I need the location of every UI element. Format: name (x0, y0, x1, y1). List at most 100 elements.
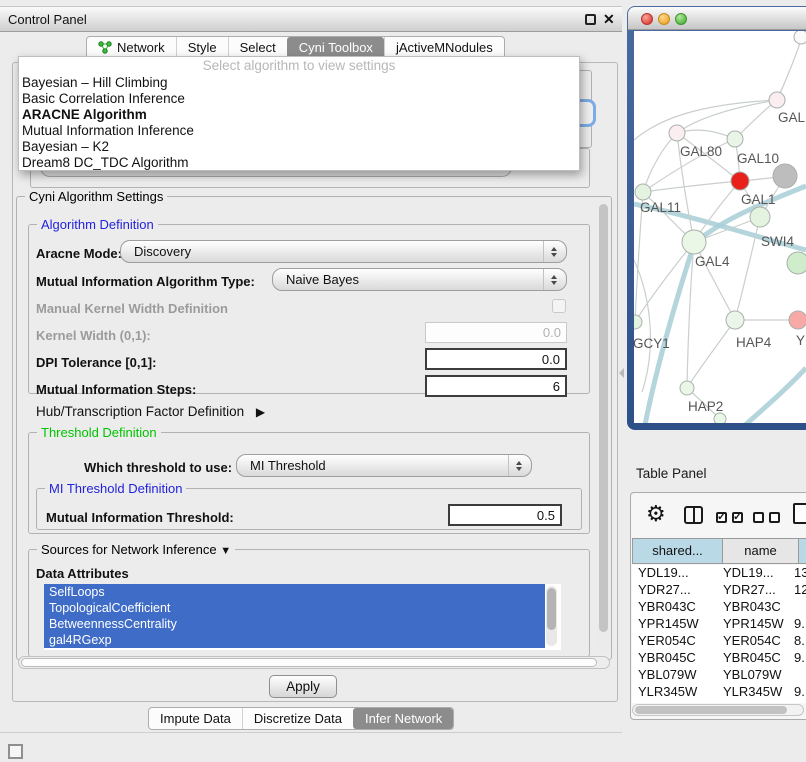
list-item[interactable]: SelfLoops (44, 584, 545, 600)
network-node[interactable] (669, 125, 685, 141)
cell: YDR27... (638, 582, 691, 597)
table-row[interactable]: YER054CYER054C8. (632, 633, 806, 650)
table-row[interactable]: YPR145WYPR145W9. (632, 616, 806, 633)
manual-kernel-width-checkbox[interactable] (552, 299, 566, 313)
close-icon[interactable]: ✕ (603, 11, 615, 28)
which-threshold-value: MI Threshold (250, 458, 326, 473)
sources-title[interactable]: Sources for Network Inference ▼ (37, 542, 235, 557)
network-graph: GAL GAL80 GAL10 GAL1 GAL11 SWI4 GAL4 GCY… (634, 31, 806, 423)
sources-title-label: Sources for Network Inference (41, 542, 217, 557)
network-node[interactable] (794, 31, 806, 44)
cell: 9 (794, 701, 801, 703)
network-node-selected[interactable] (731, 172, 749, 190)
tab-style[interactable]: Style (176, 37, 228, 58)
column-header-partial[interactable] (799, 538, 806, 564)
table-row[interactable]: YDR27...YDR27...12 (632, 582, 806, 599)
mi-algorithm-type-value: Naive Bayes (286, 272, 359, 287)
table-row[interactable]: YIL052CYIL052C9 (632, 701, 806, 703)
dropdown-item-selected[interactable]: ARACNE Algorithm (19, 107, 579, 123)
list-item[interactable]: gal4RGexp (44, 632, 545, 648)
table-horizontal-scrollbar[interactable] (632, 704, 804, 716)
float-icon[interactable] (585, 14, 596, 25)
settings-horizontal-scrollbar-thumb[interactable] (21, 658, 597, 667)
table-row[interactable]: YDL19...YDL19...13 (632, 565, 806, 582)
splitter-collapse-handle[interactable] (619, 368, 624, 378)
minimize-traffic-light-icon[interactable] (658, 13, 670, 25)
tab-select[interactable]: Select (228, 37, 287, 58)
tab-infer-network-label: Infer Network (365, 711, 442, 726)
network-window-titlebar[interactable] (628, 7, 806, 30)
mi-algorithm-type-combobox[interactable]: Naive Bayes (272, 268, 567, 291)
mi-threshold-field[interactable] (448, 504, 562, 526)
mi-steps-field[interactable] (425, 375, 567, 397)
attributes-scrollbar[interactable] (546, 586, 557, 646)
network-node[interactable] (773, 164, 797, 188)
network-canvas[interactable]: GAL GAL80 GAL10 GAL1 GAL11 SWI4 GAL4 GCY… (634, 31, 806, 423)
network-node[interactable] (634, 315, 642, 329)
tab-infer-network[interactable]: Infer Network (353, 708, 453, 729)
column-header-name[interactable]: name (723, 538, 799, 564)
table-rows: YDL19...YDL19...13 YDR27...YDR27...12 YB… (632, 565, 806, 703)
table-row[interactable]: YBL079WYBL079W (632, 667, 806, 684)
network-node[interactable] (727, 131, 743, 147)
network-node[interactable] (769, 92, 785, 108)
dropdown-item[interactable]: Basic Correlation Inference (19, 91, 579, 107)
split-columns-icon[interactable] (684, 506, 703, 524)
network-node[interactable] (680, 381, 694, 395)
table-row[interactable]: YLR345WYLR345W9. (632, 684, 806, 701)
dpi-tolerance-field[interactable] (425, 348, 567, 370)
list-item[interactable]: TopologicalCoefficient (44, 600, 545, 616)
network-node[interactable] (789, 311, 806, 329)
zoom-traffic-light-icon[interactable] (675, 13, 687, 25)
column-header-shared-name[interactable]: shared... (632, 538, 723, 564)
cell: YER054C (723, 633, 781, 648)
dropdown-item[interactable]: Dream8 DC_TDC Algorithm (19, 155, 579, 171)
settings-vertical-scrollbar-thumb[interactable] (599, 204, 608, 632)
table-horizontal-scrollbar-thumb[interactable] (635, 706, 787, 714)
network-node[interactable] (714, 413, 726, 423)
tab-jactivemnodules-label: jActiveMNodules (396, 40, 493, 55)
network-edge (644, 244, 694, 423)
attributes-scrollbar-thumb[interactable] (547, 588, 556, 630)
cell: YBR043C (638, 599, 696, 614)
network-node[interactable] (750, 207, 770, 227)
tab-cyni-toolbox[interactable]: Cyni Toolbox (287, 37, 384, 58)
table-row[interactable]: YBR043CYBR043C (632, 599, 806, 616)
table-row[interactable]: YBR045CYBR045C9. (632, 650, 806, 667)
network-node[interactable] (726, 311, 744, 329)
network-node[interactable] (787, 252, 806, 274)
stepper-icon (543, 241, 566, 262)
tab-jactivemnodules[interactable]: jActiveMNodules (384, 37, 504, 58)
dropdown-item[interactable]: Mutual Information Inference (19, 123, 579, 139)
cell: YDL19... (638, 565, 689, 580)
dropdown-item[interactable]: Bayesian – Hill Climbing (19, 75, 579, 91)
aracne-mode-label: Aracne Mode: (36, 246, 122, 261)
cell: YIL052C (723, 701, 774, 703)
which-threshold-combobox[interactable]: MI Threshold (236, 454, 532, 477)
dock-mini-icon[interactable] (8, 744, 23, 759)
checked-checkbox-icon[interactable] (732, 512, 743, 523)
dropdown-item[interactable]: Bayesian – K2 (19, 139, 579, 155)
unchecked-checkbox-icon[interactable] (753, 512, 764, 523)
apply-button[interactable]: Apply (269, 675, 337, 698)
close-traffic-light-icon[interactable] (641, 13, 653, 25)
settings-vertical-scrollbar[interactable] (598, 200, 609, 652)
gear-icon[interactable]: ⚙ (646, 501, 666, 527)
tab-impute-data[interactable]: Impute Data (149, 708, 242, 729)
kernel-width-field[interactable] (425, 322, 567, 343)
tab-network[interactable]: Network (87, 37, 176, 58)
aracne-mode-combobox[interactable]: Discovery (120, 240, 567, 263)
stepper-icon (543, 269, 566, 290)
network-node[interactable] (682, 230, 706, 254)
aracne-mode-value: Discovery (134, 244, 191, 259)
hub-definition-toggle[interactable]: Hub/Transcription Factor Definition ▶ (36, 404, 265, 419)
document-icon[interactable] (793, 503, 806, 524)
network-node[interactable] (635, 184, 651, 200)
tab-cyni-toolbox-label: Cyni Toolbox (299, 40, 373, 55)
unchecked-checkbox-icon[interactable] (769, 512, 780, 523)
network-edge (777, 40, 801, 100)
checked-checkbox-icon[interactable] (716, 512, 727, 523)
list-item[interactable]: BetweennessCentrality (44, 616, 545, 632)
settings-horizontal-scrollbar[interactable] (18, 656, 610, 669)
tab-discretize-data[interactable]: Discretize Data (242, 708, 353, 729)
